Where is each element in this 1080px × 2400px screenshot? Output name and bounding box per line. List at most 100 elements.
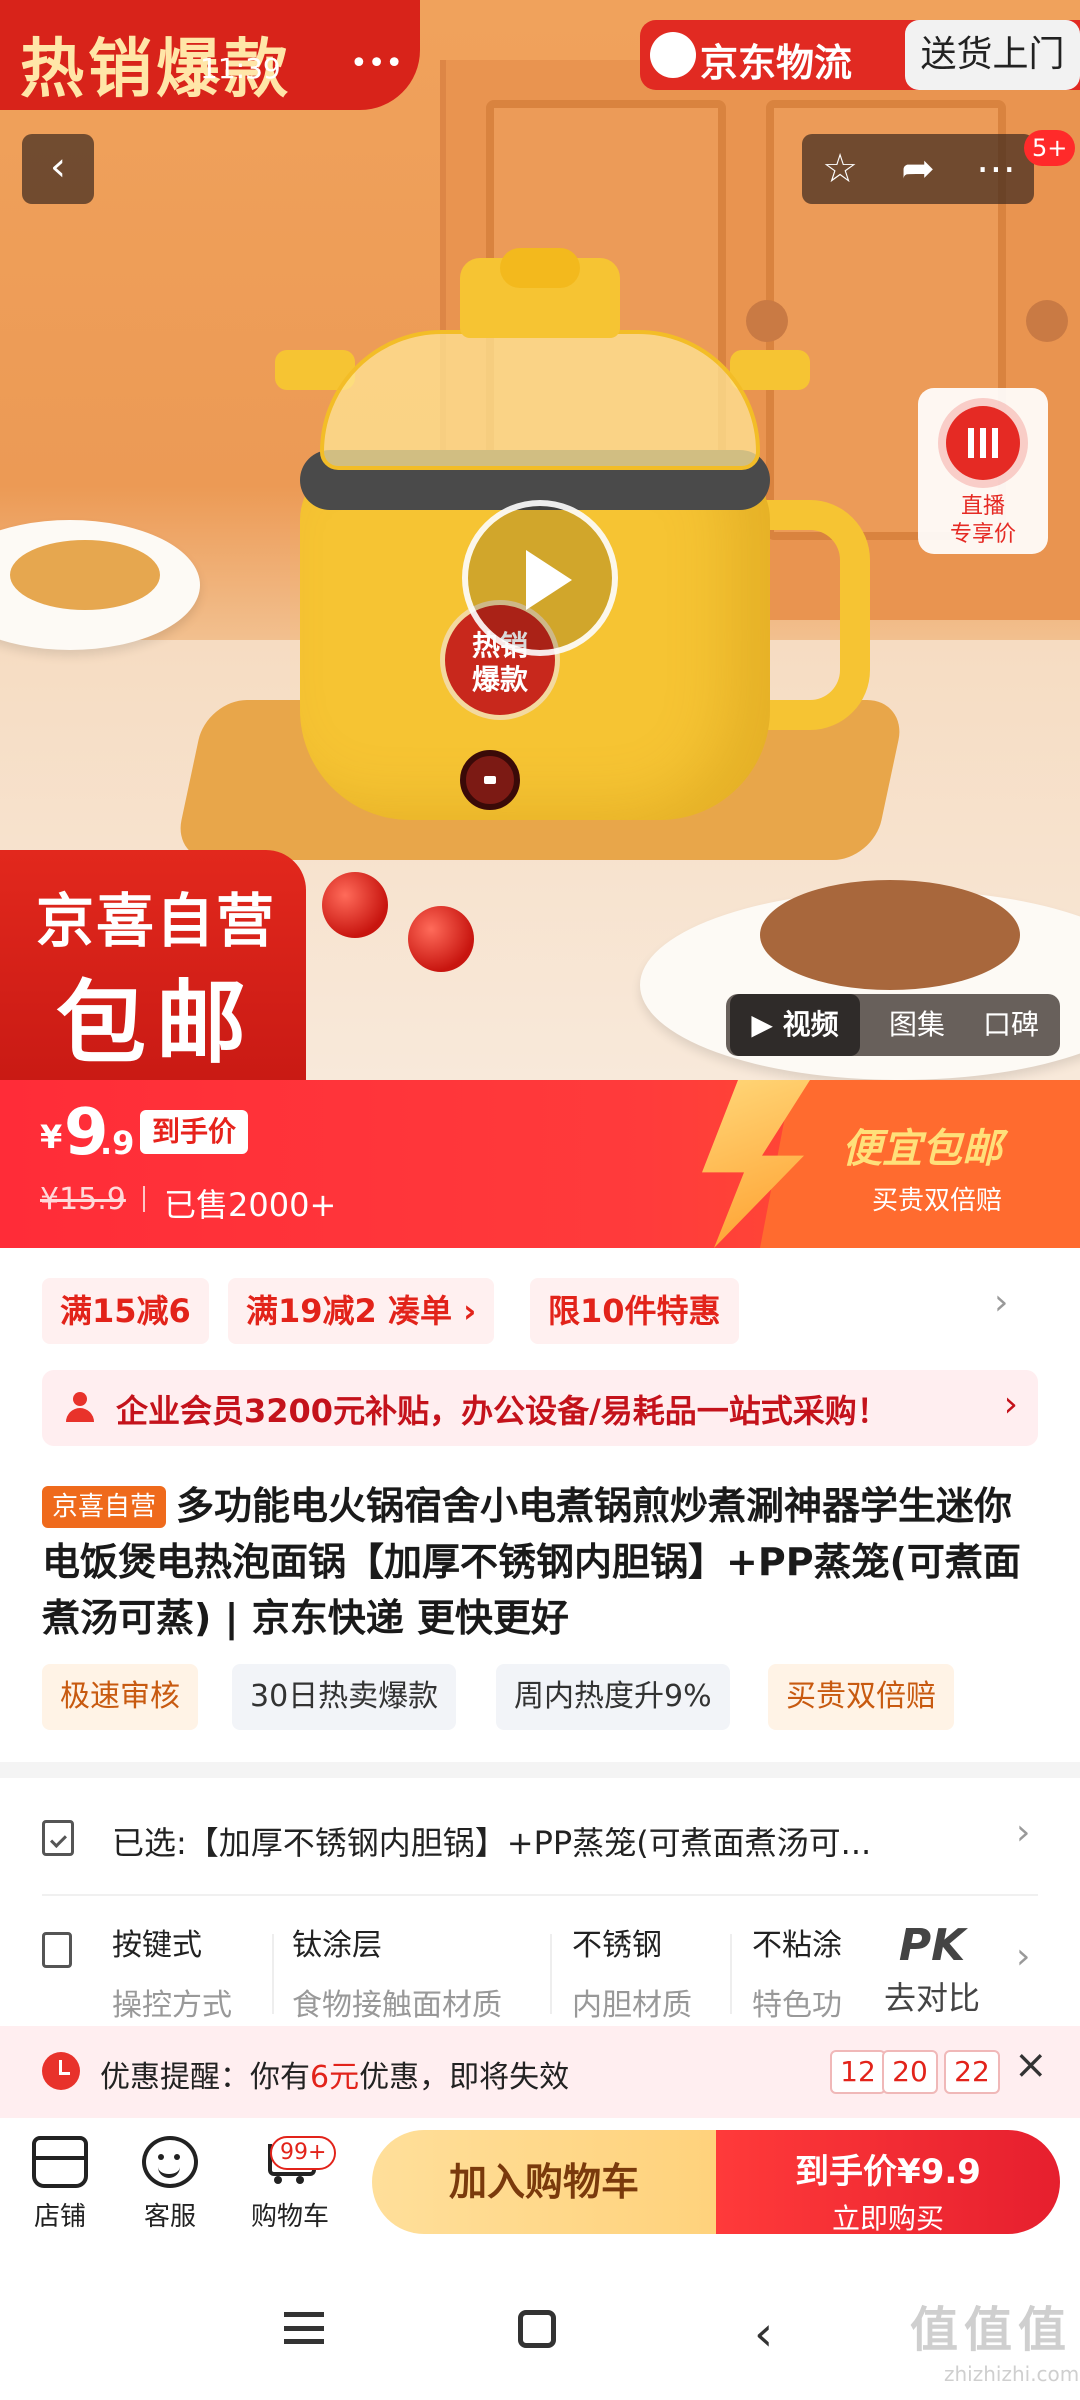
specs-row[interactable]: 按键式 操控方式 钛涂层 食物接触面材质 不锈钢 内胆材质 不粘涂 特色功 PK… xyxy=(0,1910,1080,2023)
jx-badge-line1: 京喜自营 xyxy=(36,887,277,955)
message-badge: 5+ xyxy=(1024,130,1076,166)
store-icon xyxy=(32,2136,88,2188)
food-item xyxy=(760,880,1020,990)
store-label: 店铺 xyxy=(33,2202,86,2232)
reminder-prefix: 优惠提醒：你有 xyxy=(100,2060,310,2095)
promo-subtitle: 买贵双倍赔 xyxy=(872,1186,1003,1216)
spec-value: 不锈钢 xyxy=(572,1928,662,1963)
divider xyxy=(143,1186,145,1212)
status-time: 11:39 xyxy=(200,52,281,85)
status-dots: ••• xyxy=(350,46,404,81)
user-icon xyxy=(66,1392,94,1424)
spec-key: 特色功 xyxy=(752,1988,842,2023)
selected-variant-row[interactable]: 已选:【加厚不锈钢内胆锅】+PP蒸笼(可煮面煮汤可... › xyxy=(0,1794,1080,1886)
coupon-row[interactable]: 满15减6 满19减2 凑单 › 限10件特惠 › xyxy=(0,1260,1080,1356)
spec-item: 不粘涂 特色功 xyxy=(752,1920,852,2024)
original-price: ¥15.9 xyxy=(40,1182,126,1217)
service-label: 客服 xyxy=(143,2202,196,2232)
live-price-button[interactable]: 直播 专享价 xyxy=(918,388,1048,554)
chevron-right-icon: › xyxy=(1016,1812,1031,1853)
spec-item: 不锈钢 内胆材质 xyxy=(572,1920,692,2024)
price-bar: ¥ 9 .9 到手价 ¥15.9 已售2000+ 便宜包邮 买贵双倍赔 xyxy=(0,1080,1080,1248)
feature-tag: 买贵双倍赔 xyxy=(768,1664,954,1730)
home-icon[interactable] xyxy=(518,2310,556,2348)
tab-reviews[interactable]: 口碑 xyxy=(966,994,1056,1056)
product-title-text: 多功能电火锅宿舍小电煮锅煎炒煮涮神器学生迷你电饭煲电热泡面锅【加厚不锈钢内胆锅】… xyxy=(42,1484,1021,1640)
play-video-icon[interactable] xyxy=(462,500,618,656)
spec-value: 按键式 xyxy=(112,1928,202,1963)
back-icon[interactable]: ‹ xyxy=(754,2306,773,2362)
discount-reminder[interactable]: 优惠提醒：你有6元优惠，即将失效 12 : 20 : 22 × xyxy=(0,2026,1080,2118)
buy-now-label: 立即购买 xyxy=(831,2202,944,2235)
product-title: 京喜自营 多功能电火锅宿舍小电煮锅煎炒煮涮神器学生迷你电饭煲电热泡面锅【加厚不锈钢… xyxy=(42,1478,1042,1646)
coupon-item[interactable]: 满19减2 凑单 › xyxy=(228,1278,495,1344)
spec-item: 钛涂层 食物接触面材质 xyxy=(292,1920,502,2024)
sold-count: 已售2000+ xyxy=(164,1186,337,1224)
enterprise-banner[interactable]: 企业会员3200元补贴，办公设备/易耗品一站式采购！ › xyxy=(42,1370,1038,1446)
tomato xyxy=(322,872,388,938)
reminder-text: 优惠提醒：你有6元优惠，即将失效 xyxy=(100,2052,569,2096)
clock-icon xyxy=(42,2052,80,2090)
logistics-name: 京东物流 xyxy=(700,41,853,85)
reminder-amount: 6元 xyxy=(310,2060,360,2095)
customer-service-button[interactable]: 客服 xyxy=(120,2136,220,2233)
timer-minutes: 20 xyxy=(882,2050,938,2094)
buy-price: 到手价¥9.9 xyxy=(795,2152,981,2192)
live-sub-label: 专享价 xyxy=(949,522,1016,547)
jd-logistics-banner: 京东物流 送货上门 xyxy=(640,20,1080,90)
cart-label: 购物车 xyxy=(250,2202,329,2232)
watermark-url: zhizhizhi.com xyxy=(944,2362,1080,2386)
compare-label: 去对比 xyxy=(884,1979,981,2017)
promo-title: 便宜包邮 xyxy=(842,1126,1002,1172)
add-to-cart-button[interactable]: 加入购物车 xyxy=(372,2130,716,2234)
reminder-suffix: 优惠，即将失效 xyxy=(359,2060,570,2095)
coupon-item[interactable]: 限10件特惠 xyxy=(530,1278,739,1344)
divider xyxy=(550,1934,552,2014)
feature-tag: 周内热度升9% xyxy=(496,1664,730,1730)
spec-item: 按键式 操控方式 xyxy=(112,1920,232,2024)
spec-value: 不粘涂 xyxy=(752,1928,842,1963)
document-icon xyxy=(42,1932,72,1968)
pk-icon: PK xyxy=(898,1920,966,1971)
compare-button[interactable]: PK 去对比 xyxy=(884,1920,980,2019)
timer-seconds: 22 xyxy=(944,2050,1000,2094)
back-button[interactable]: ‹ xyxy=(22,134,94,204)
pot-ear xyxy=(730,350,810,390)
menu-icon[interactable] xyxy=(284,2312,324,2344)
food-plate xyxy=(0,520,200,650)
share-icon[interactable]: ➦ xyxy=(886,142,950,196)
nav-actions: ☆ ➦ ⋯ xyxy=(802,134,1034,204)
cabinet-knob xyxy=(746,300,788,342)
chevron-right-icon: › xyxy=(1003,1384,1018,1425)
selected-variant-text: 已选:【加厚不锈钢内胆锅】+PP蒸笼(可煮面煮汤可... xyxy=(112,1824,872,1862)
divider xyxy=(272,1934,274,2014)
checklist-icon xyxy=(42,1820,74,1856)
product-hero-image[interactable]: 热销 爆款 热销爆款 11:39 ••• 京东物流 送货上门 ‹ ☆ ➦ ⋯ 5… xyxy=(0,0,1080,1080)
timer-hours: 12 xyxy=(830,2050,886,2094)
spec-key: 食物接触面材质 xyxy=(292,1988,502,2023)
feature-tags: 极速审核 30日热卖爆款 周内热度升9% 买贵双倍赔 xyxy=(42,1664,1042,1730)
feature-tag: 30日热卖爆款 xyxy=(232,1664,457,1730)
chevron-right-icon[interactable]: › xyxy=(994,1282,1008,1323)
buy-now-button[interactable]: 到手价¥9.9 立即购买 xyxy=(716,2130,1060,2235)
divider xyxy=(730,1934,732,2014)
tab-gallery[interactable]: 图集 xyxy=(872,994,962,1056)
final-price-tag: 到手价 xyxy=(140,1110,249,1154)
tomato xyxy=(408,906,474,972)
divider xyxy=(42,1894,1038,1896)
delivery-label: 送货上门 xyxy=(905,20,1080,90)
pot-lid xyxy=(320,330,760,470)
tab-video[interactable]: ▶ 视频 xyxy=(730,994,860,1056)
coupon-item[interactable]: 满15减6 xyxy=(42,1278,209,1344)
enterprise-banner-text: 企业会员3200元补贴，办公设备/易耗品一站式采购！ xyxy=(116,1392,889,1430)
store-button[interactable]: 店铺 xyxy=(10,2136,110,2233)
smiley-icon xyxy=(142,2136,198,2188)
spec-value: 钛涂层 xyxy=(292,1928,382,1963)
price-currency: ¥ xyxy=(40,1118,63,1156)
star-icon[interactable]: ☆ xyxy=(808,142,872,196)
cart-count-badge: 99+ xyxy=(270,2136,337,2170)
more-icon[interactable]: ⋯ xyxy=(964,142,1028,196)
section-divider xyxy=(0,1762,1080,1778)
close-icon[interactable]: × xyxy=(1014,2042,1048,2088)
jx-tag: 京喜自营 xyxy=(42,1486,167,1528)
